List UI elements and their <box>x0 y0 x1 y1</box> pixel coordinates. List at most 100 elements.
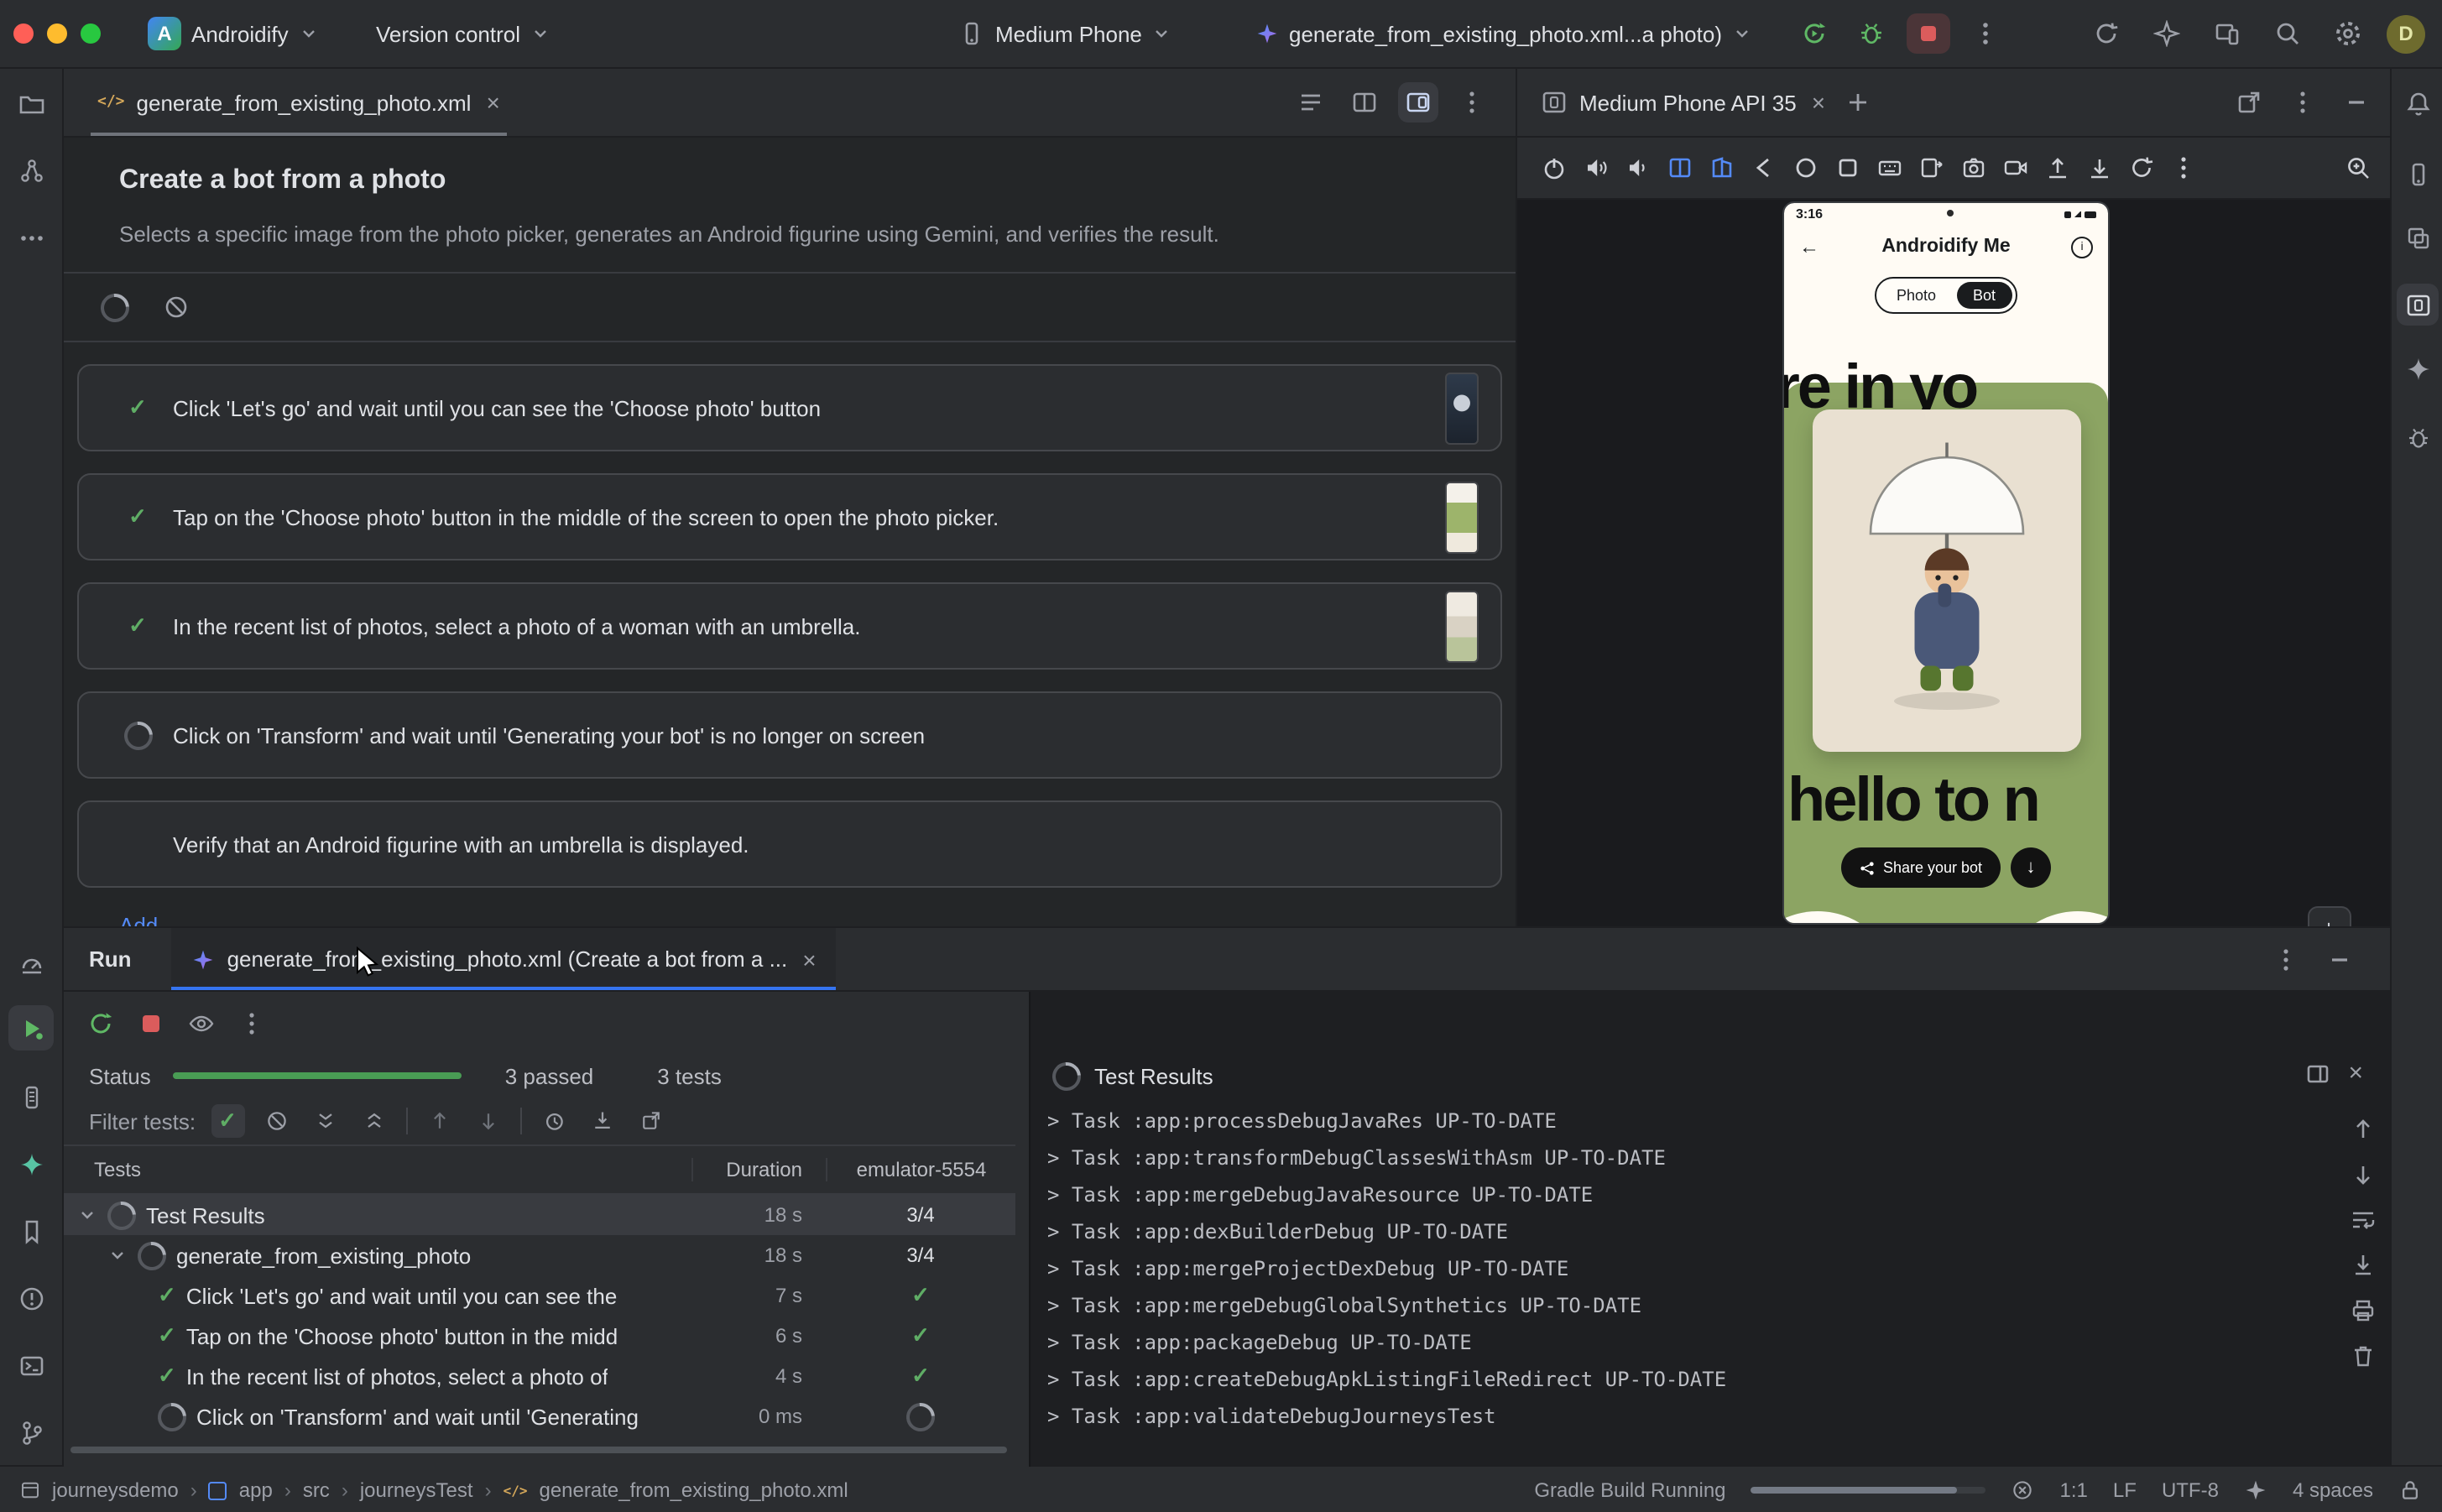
scroll-up-icon[interactable] <box>2350 1116 2377 1143</box>
search-icon[interactable] <box>2266 13 2309 54</box>
step-screenshot-thumbnail[interactable] <box>1445 591 1479 663</box>
clear-console-icon[interactable] <box>2350 1343 2377 1369</box>
fold-closed-icon[interactable] <box>1709 154 1735 181</box>
stop-button[interactable] <box>1907 13 1950 54</box>
journey-step-card[interactable]: ✓ Tap on the 'Choose photo' button in th… <box>77 473 1502 560</box>
settings-gear-icon[interactable] <box>2326 13 2370 54</box>
volume-up-icon[interactable] <box>1583 154 1610 181</box>
console-output[interactable]: > Task :app:processDebugJavaRes UP-TO-DA… <box>1047 1103 2316 1435</box>
print-icon[interactable] <box>2350 1297 2377 1324</box>
toggle-bot[interactable]: Bot <box>1956 282 2012 309</box>
console-layout-icon[interactable] <box>2304 1060 2331 1087</box>
app-back-icon[interactable]: ← <box>1799 235 1819 258</box>
zoom-mode-icon[interactable] <box>2345 154 2372 181</box>
user-avatar[interactable]: D <box>2387 14 2425 53</box>
structure-tool-icon[interactable] <box>13 153 49 188</box>
show-ignored-filter-icon[interactable] <box>259 1104 293 1138</box>
run-configuration-selector[interactable]: generate_from_existing_photo.xml...a pho… <box>1245 13 1762 54</box>
import-test-results-icon[interactable] <box>585 1104 618 1138</box>
save-file-icon[interactable] <box>2086 154 2113 181</box>
editor-tab[interactable]: </> generate_from_existing_photo.xml × <box>91 69 507 136</box>
split-view-icon[interactable] <box>1344 82 1385 123</box>
overview-icon[interactable] <box>1834 154 1861 181</box>
maximize-window-button[interactable] <box>81 23 101 44</box>
breadcrumb-item[interactable]: journeysdemo <box>52 1478 179 1502</box>
toolbar-more-icon[interactable] <box>238 1009 265 1036</box>
device-tab[interactable]: Medium Phone API 35 × <box>1541 89 1825 116</box>
design-view-icon[interactable] <box>1398 82 1438 123</box>
close-window-button[interactable] <box>13 23 34 44</box>
chevron-down-icon[interactable] <box>107 1245 128 1265</box>
run-more-icon[interactable] <box>2272 946 2299 972</box>
notifications-bell-icon[interactable] <box>2400 86 2435 121</box>
journey-step-card[interactable]: Verify that an Android figurine with an … <box>77 800 1502 888</box>
caret-position[interactable]: 1:1 <box>2060 1478 2088 1502</box>
terminal-tool-icon[interactable] <box>13 1348 49 1383</box>
running-devices-icon[interactable] <box>2397 284 2439 326</box>
minimize-window-button[interactable] <box>47 23 67 44</box>
rerun-button[interactable] <box>1792 13 1836 54</box>
volume-down-icon[interactable] <box>1625 154 1651 181</box>
journey-step-card[interactable]: Click on 'Transform' and wait until 'Gen… <box>77 691 1502 779</box>
debug-button[interactable] <box>1850 13 1893 54</box>
ai-assistant-icon[interactable] <box>2145 13 2189 54</box>
test-row[interactable]: generate_from_existing_photo 18 s 3/4 <box>64 1235 1015 1275</box>
test-row[interactable]: ✓ Tap on the 'Choose photo' button in th… <box>64 1316 1015 1356</box>
cancel-build-icon[interactable] <box>2012 1478 2035 1502</box>
more-run-actions-icon[interactable] <box>1964 13 2007 54</box>
project-tool-icon[interactable] <box>13 86 49 121</box>
column-duration[interactable]: Duration <box>691 1158 826 1181</box>
add-step-link[interactable]: Add <box>119 913 1516 926</box>
show-passed-filter-icon[interactable]: ✓ <box>211 1104 244 1138</box>
code-view-icon[interactable] <box>1291 82 1331 123</box>
toggle-photo[interactable]: Photo <box>1880 282 1953 309</box>
column-device[interactable]: emulator-5554 <box>826 1158 1015 1181</box>
editor-more-icon[interactable] <box>1452 82 1492 123</box>
close-run-tab-icon[interactable]: × <box>802 947 816 971</box>
logcat-tool-icon[interactable] <box>13 1079 49 1114</box>
breadcrumb-item[interactable]: journeysTest <box>360 1478 473 1502</box>
journey-step-card[interactable]: ✓ In the recent list of photos, select a… <box>77 582 1502 670</box>
device-manager-icon[interactable] <box>2400 156 2435 191</box>
push-file-icon[interactable] <box>2044 154 2071 181</box>
test-row[interactable]: ✓ Click 'Let's go' and wait until you ca… <box>64 1275 1015 1316</box>
screen-record-icon[interactable] <box>2002 154 2029 181</box>
test-row[interactable]: ✓ In the recent list of photos, select a… <box>64 1356 1015 1396</box>
power-icon[interactable] <box>1541 154 1568 181</box>
gradle-build-label[interactable]: Gradle Build Running <box>1534 1478 1725 1502</box>
project-selector[interactable]: A Androidify <box>138 13 329 54</box>
add-device-tab-icon[interactable] <box>1835 82 1879 123</box>
window-controls[interactable] <box>13 23 101 44</box>
close-tab-icon[interactable]: × <box>486 91 499 114</box>
breadcrumb-item[interactable]: src <box>303 1478 330 1502</box>
scroll-to-end-icon[interactable] <box>2350 1252 2377 1279</box>
emulator-screen[interactable]: 3:16 ← Androidify Me i <box>1784 203 2108 923</box>
run-tab[interactable]: generate_from_existing_photo.xml (Create… <box>172 928 837 990</box>
app-info-icon[interactable]: i <box>2071 236 2093 258</box>
breadcrumb-item[interactable]: app <box>239 1478 273 1502</box>
next-failed-icon[interactable] <box>471 1104 504 1138</box>
back-icon[interactable] <box>1751 154 1777 181</box>
scroll-down-icon[interactable] <box>2350 1161 2377 1188</box>
cancel-journey-icon[interactable] <box>163 294 190 321</box>
file-encoding[interactable]: UTF-8 <box>2162 1478 2219 1502</box>
open-in-new-window-icon[interactable] <box>2227 82 2271 123</box>
more-tool-windows-icon[interactable] <box>13 220 49 255</box>
soft-wrap-icon[interactable] <box>2350 1207 2377 1233</box>
line-separator[interactable]: LF <box>2113 1478 2137 1502</box>
test-row[interactable]: Click on 'Transform' and wait until 'Gen… <box>64 1396 1015 1436</box>
snapshot-restore-icon[interactable] <box>2128 154 2155 181</box>
device-panel-more-icon[interactable] <box>2281 82 2325 123</box>
hide-panel-icon[interactable] <box>2335 82 2378 123</box>
horizontal-scrollbar[interactable] <box>70 1447 1007 1453</box>
gemini-icon[interactable] <box>2400 351 2435 386</box>
vcs-selector[interactable]: Version control <box>366 13 561 54</box>
device-manager-icon[interactable] <box>2205 13 2249 54</box>
share-bot-button[interactable]: Share your bot <box>1841 847 2001 888</box>
problems-tool-icon[interactable] <box>13 1280 49 1316</box>
fold-posture-icon[interactable] <box>1667 154 1693 181</box>
sync-project-icon[interactable] <box>2085 13 2128 54</box>
display-mode-icon[interactable] <box>1918 154 1945 181</box>
download-bot-button[interactable]: ↓ <box>2011 847 2051 888</box>
lock-icon[interactable] <box>2398 1478 2422 1502</box>
